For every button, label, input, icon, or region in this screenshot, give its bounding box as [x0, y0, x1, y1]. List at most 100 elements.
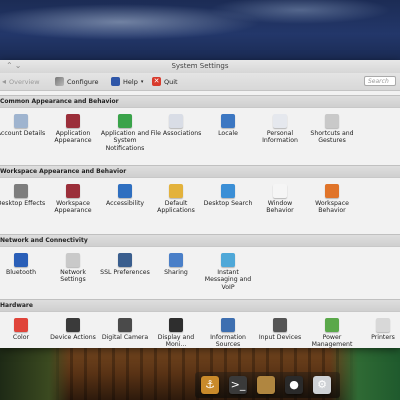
personal-information-icon [273, 114, 287, 128]
setting-personal-information[interactable]: Personal Information [254, 111, 306, 145]
setting-power-management[interactable]: Power Management [306, 315, 358, 348]
ssl-preferences-icon [118, 253, 132, 267]
power-management-icon [325, 318, 339, 332]
application-and-system-notifications-icon [118, 114, 132, 128]
system-settings-window: ⌃⌄ System Settings ◂ Overview Configure … [0, 60, 400, 348]
setting-ssl-preferences[interactable]: SSL Preferences [99, 250, 151, 276]
setting-label: Input Devices [258, 334, 302, 341]
window-title: System Settings [171, 62, 229, 70]
setting-label: Power Management [311, 334, 353, 348]
setting-instant-messaging-and-voip[interactable]: Instant Messaging and VoIP [202, 250, 254, 291]
digital-camera-icon [118, 318, 132, 332]
setting-printers[interactable]: Printers [357, 315, 400, 341]
application-appearance-icon [66, 114, 80, 128]
setting-shortcuts-and-gestures[interactable]: Shortcuts and Gestures [306, 111, 358, 145]
setting-accessibility[interactable]: Accessibility [99, 181, 151, 207]
window-titlebar[interactable]: ⌃⌄ System Settings [0, 60, 400, 73]
printers-icon [376, 318, 390, 332]
setting-display-and-moni[interactable]: Display and Moni... [150, 315, 202, 348]
setting-device-actions[interactable]: Device Actions [47, 315, 99, 341]
setting-desktop-effects[interactable]: Desktop Effects [0, 181, 47, 207]
setting-locale[interactable]: Locale [202, 111, 254, 137]
quit-button[interactable]: ✕ Quit [152, 76, 178, 87]
section-header: Hardware [0, 299, 400, 312]
quit-icon: ✕ [152, 77, 161, 86]
setting-workspace-behavior[interactable]: Workspace Behavior [306, 181, 358, 215]
color-icon [14, 318, 28, 332]
setting-desktop-search[interactable]: Desktop Search [202, 181, 254, 207]
section-items: Account Details Application Appearance App… [0, 108, 400, 168]
settings-content: Common Appearance and Behavior Account D… [0, 91, 400, 348]
shortcuts-and-gestures-icon [325, 114, 339, 128]
setting-label: Network Settings [60, 269, 86, 284]
setting-label: Locale [218, 130, 238, 137]
setting-label: Desktop Effects [0, 200, 46, 207]
setting-application-and-system-notifications[interactable]: Application and System Notifications [99, 111, 151, 152]
sharing-icon [169, 253, 183, 267]
setting-label: Application and System Notifications [100, 130, 150, 152]
window-behavior-icon [273, 184, 287, 198]
desktop-wallpaper-top [0, 0, 400, 62]
setting-application-appearance[interactable]: Application Appearance [47, 111, 99, 145]
setting-account-details[interactable]: Account Details [0, 111, 47, 137]
setting-label: Desktop Search [203, 200, 253, 207]
setting-label: Sharing [164, 269, 188, 276]
setting-file-associations[interactable]: File Associations [150, 111, 202, 137]
setting-label: Information Sources [210, 334, 246, 348]
section-header: Common Appearance and Behavior [0, 95, 400, 108]
setting-network-settings[interactable]: Network Settings [47, 250, 99, 284]
setting-window-behavior[interactable]: Window Behavior [254, 181, 306, 215]
setting-bluetooth[interactable]: Bluetooth [0, 250, 47, 276]
setting-default-applications[interactable]: Default Applications [150, 181, 202, 215]
setting-label: Accessibility [105, 200, 145, 207]
configure-label: Configure [67, 77, 99, 86]
setting-label: Window Behavior [266, 200, 294, 215]
desktop-effects-icon [14, 184, 28, 198]
section-header: Workspace Appearance and Behavior [0, 165, 400, 178]
section-workspace-appearance: Workspace Appearance and Behavior Deskto… [0, 165, 400, 238]
desktop-search-icon [221, 184, 235, 198]
locale-icon [221, 114, 235, 128]
setting-label: Workspace Appearance [54, 200, 92, 215]
account-details-icon [14, 114, 28, 128]
setting-label: File Associations [150, 130, 202, 137]
setting-label: Device Actions [50, 334, 96, 341]
setting-color[interactable]: Color [0, 315, 47, 341]
setting-information-sources[interactable]: Information Sources [202, 315, 254, 348]
section-header: Network and Connectivity [0, 234, 400, 247]
setting-input-devices[interactable]: Input Devices [254, 315, 306, 341]
setting-workspace-appearance[interactable]: Workspace Appearance [47, 181, 99, 215]
quit-label: Quit [164, 77, 178, 86]
help-icon [111, 77, 120, 86]
setting-label: Shortcuts and Gestures [310, 130, 354, 145]
overview-button[interactable]: ◂ Overview [2, 76, 40, 87]
setting-digital-camera[interactable]: Digital Camera [99, 315, 151, 341]
configure-button[interactable]: Configure [55, 76, 99, 87]
settings-app-icon[interactable]: ⚙ [313, 376, 331, 394]
setting-label: Color [12, 334, 30, 341]
bluetooth-icon [14, 253, 28, 267]
setting-sharing[interactable]: Sharing [150, 250, 202, 276]
input-devices-icon [273, 318, 287, 332]
section-network: Network and Connectivity Bluetooth Networ… [0, 234, 400, 307]
setting-label: Application Appearance [54, 130, 92, 145]
setting-label: Digital Camera [101, 334, 149, 341]
overview-label: Overview [9, 77, 40, 86]
instant-messaging-and-voip-icon [221, 253, 235, 267]
chat-icon[interactable] [257, 376, 275, 394]
anchor-icon[interactable]: ⚓ [201, 376, 219, 394]
setting-label: Account Details [0, 130, 46, 137]
help-button[interactable]: Help ▾ [111, 76, 143, 87]
setting-label: Instant Messaging and VoIP [204, 269, 252, 291]
display-and-moni-icon [169, 318, 183, 332]
device-actions-icon [66, 318, 80, 332]
search-input[interactable]: Search [364, 76, 396, 86]
setting-label: Display and Moni... [157, 334, 195, 348]
section-hardware: Hardware Color Device Actions Digital Came… [0, 299, 400, 348]
setting-label: Default Applications [157, 200, 195, 215]
wallpaper-foliage-right [330, 340, 400, 400]
circle-app-icon[interactable]: ● [285, 376, 303, 394]
workspace-behavior-icon [325, 184, 339, 198]
wallpaper-foliage-left [0, 340, 70, 400]
terminal-icon[interactable]: >_ [229, 376, 247, 394]
